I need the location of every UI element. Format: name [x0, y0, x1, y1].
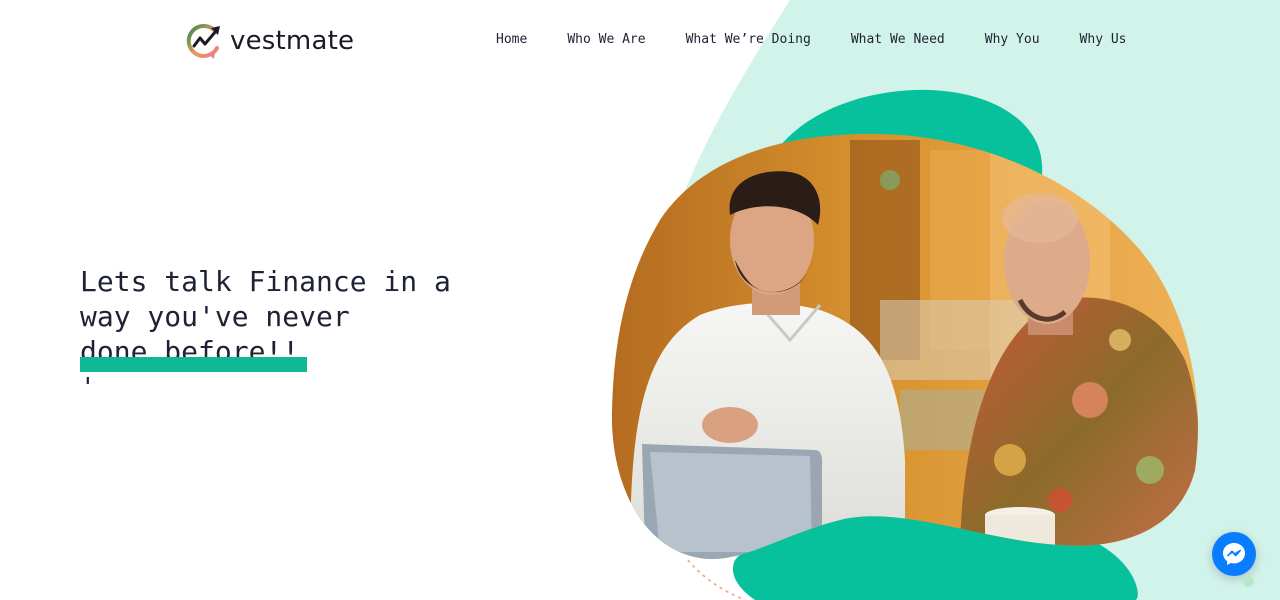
online-status-dot — [1243, 576, 1254, 587]
logo-chart-icon — [186, 24, 220, 59]
messenger-icon — [1223, 543, 1245, 565]
nav-why-us[interactable]: Why Us — [1080, 31, 1127, 49]
nav-home[interactable]: Home — [496, 31, 527, 49]
typing-cursor: ' — [80, 373, 96, 403]
nav-what-we-need[interactable]: What We Need — [851, 31, 945, 49]
nav-who-we-are[interactable]: Who We Are — [567, 31, 645, 49]
highlight-underline — [80, 357, 307, 372]
site-header: vestmate Home Who We Are What We’re Doin… — [0, 0, 1280, 80]
logo[interactable]: vestmate — [184, 21, 354, 61]
logo-text: vestmate — [230, 26, 355, 56]
messenger-chat-button[interactable] — [1212, 532, 1256, 576]
nav-why-you[interactable]: Why You — [985, 31, 1040, 49]
hero-line-2: way you've never — [80, 300, 350, 333]
main-nav: Home Who We Are What We’re Doing What We… — [496, 31, 1127, 49]
nav-what-were-doing[interactable]: What We’re Doing — [686, 31, 811, 49]
hero-line-1: Lets talk Finance in a — [80, 265, 451, 298]
hero-heading: Lets talk Finance in a way you've never … — [80, 264, 451, 406]
hero-section: Lets talk Finance in a way you've never … — [80, 264, 451, 406]
